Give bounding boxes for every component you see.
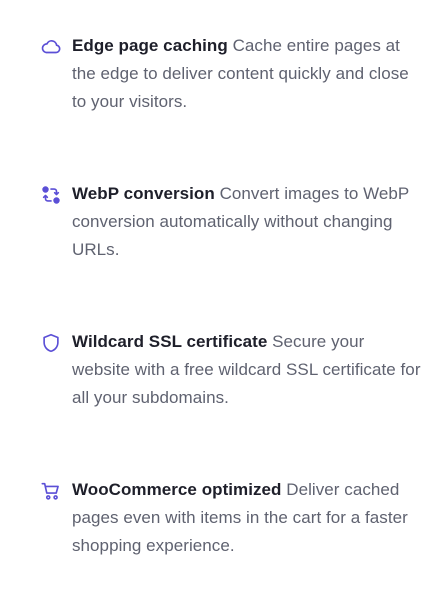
feature-text: WebP conversion Convert images to WebP c… (72, 180, 424, 264)
feature-title: Edge page caching (72, 36, 228, 55)
feature-title: WooCommerce optimized (72, 480, 282, 499)
feature-text: Edge page caching Cache entire pages at … (72, 32, 424, 116)
shopping-cart-icon (40, 480, 62, 502)
feature-title: WebP conversion (72, 184, 215, 203)
feature-title: Wildcard SSL certificate (72, 332, 268, 351)
feature-text: Wildcard SSL certificate Secure your web… (72, 328, 424, 412)
feature-text: WooCommerce optimized Deliver cached pag… (72, 476, 424, 560)
image-convert-icon (40, 184, 62, 206)
shield-icon (40, 332, 62, 354)
cloud-icon (40, 36, 62, 58)
